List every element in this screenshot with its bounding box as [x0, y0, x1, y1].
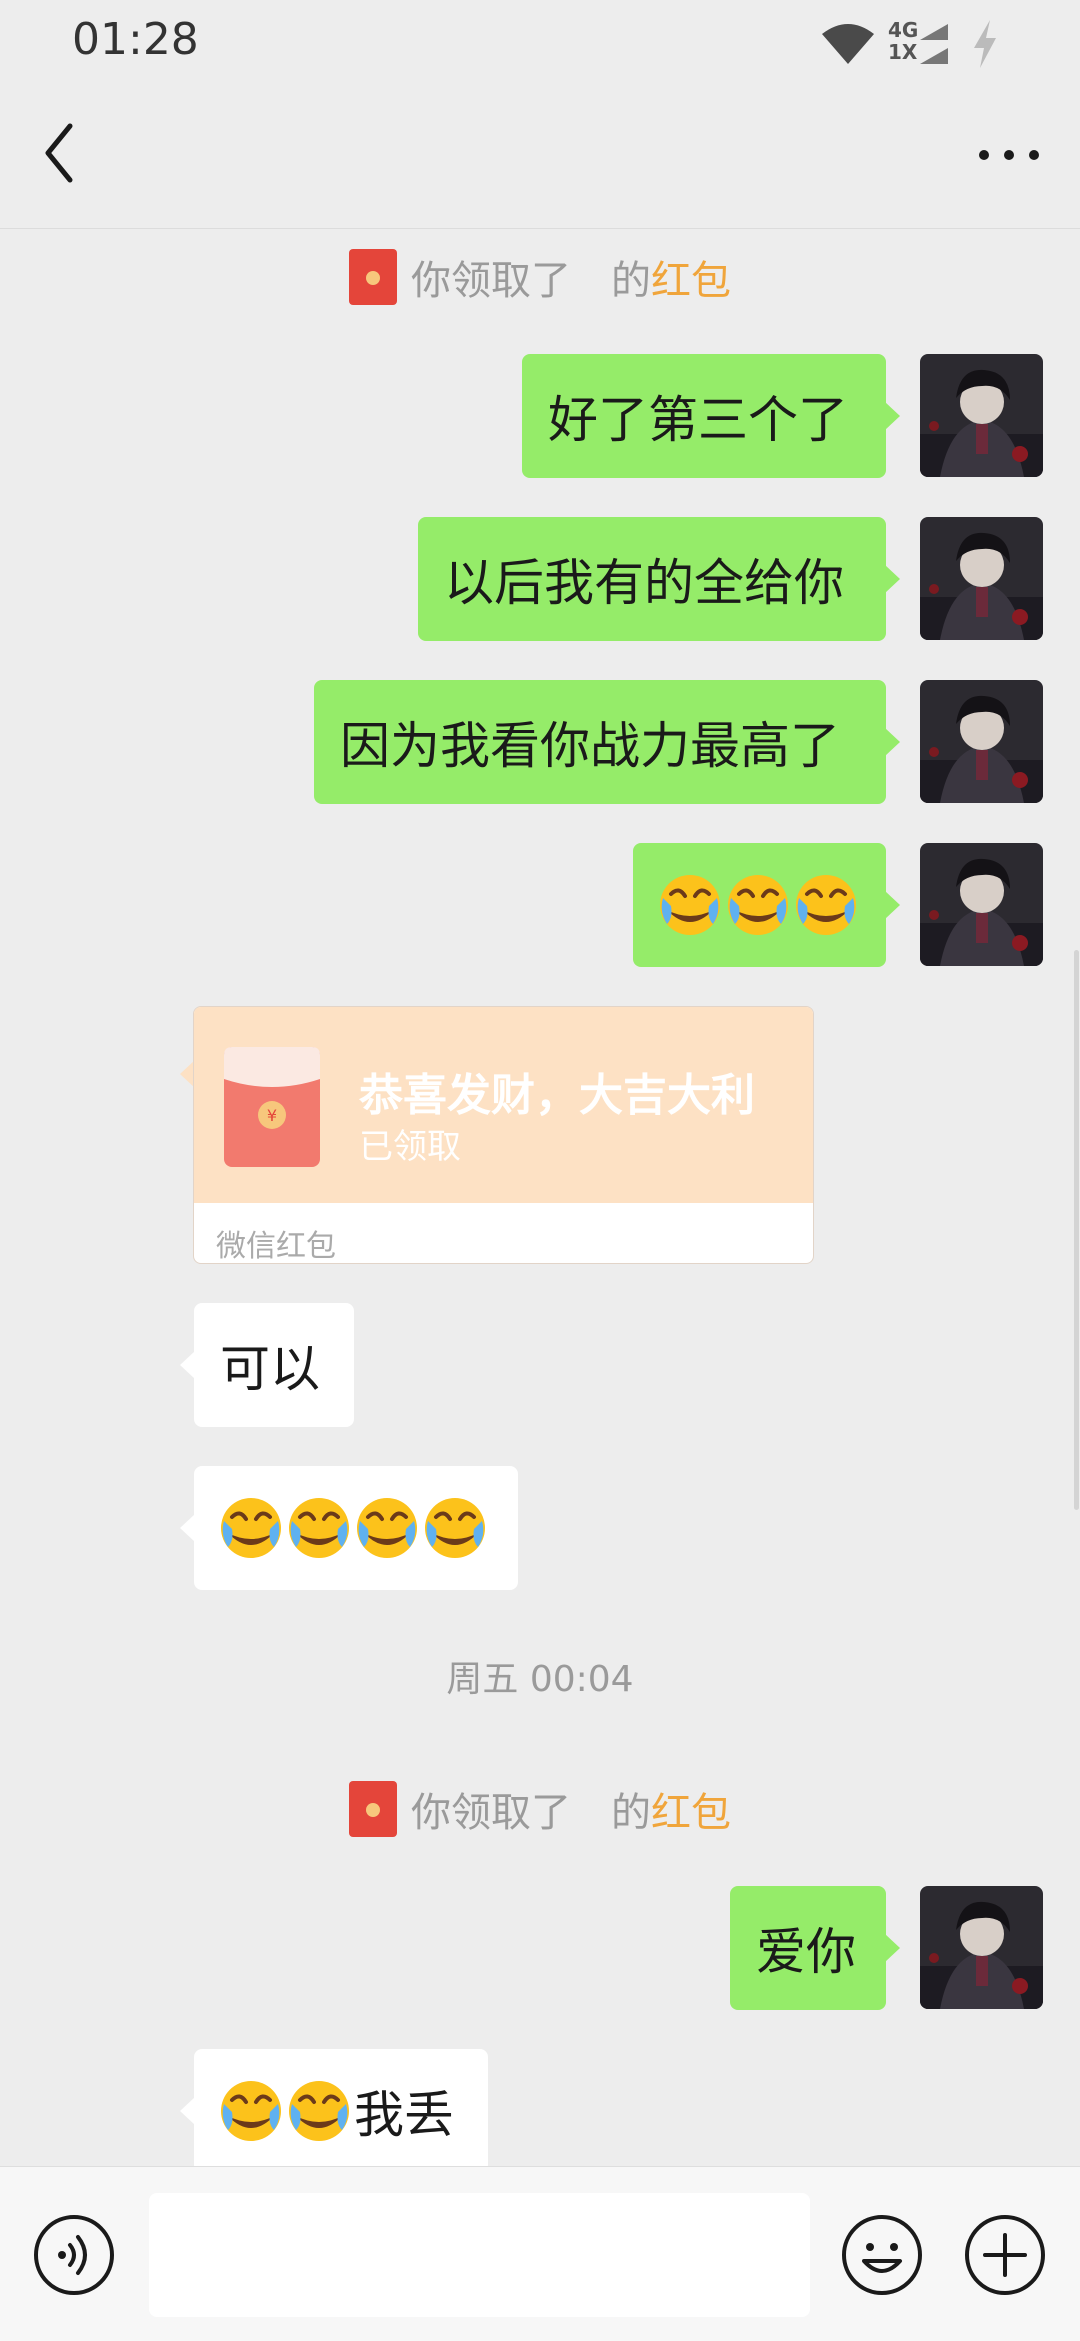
- tears-of-joy-emoji-icon: [354, 1495, 420, 1561]
- tears-of-joy-emoji-icon: [657, 872, 723, 938]
- tears-of-joy-emoji-icon: [286, 2078, 352, 2144]
- chat-header: [0, 82, 1080, 229]
- red-packet-title: 恭喜发财，大吉大利: [359, 1070, 755, 1121]
- message-text: 我丢: [354, 2086, 454, 2144]
- network-label-4g: 4G: [888, 18, 919, 42]
- network-label-1x: 1X: [888, 40, 918, 64]
- red-packet-notice: 你领取了 的 红包: [0, 1774, 1080, 1844]
- tears-of-joy-emoji-icon: [218, 1495, 284, 1561]
- incoming-message[interactable]: 我丢: [180, 2049, 488, 2173]
- avatar[interactable]: [920, 517, 1043, 640]
- message-text: 爱你: [756, 1923, 856, 1981]
- notice-link[interactable]: 红包: [651, 1780, 731, 1838]
- avatar[interactable]: [920, 1886, 1043, 2009]
- message-text: 可以: [220, 1340, 320, 1398]
- notice-suffix: 的: [611, 1790, 651, 1836]
- tears-of-joy-emoji-icon: [793, 872, 859, 938]
- charging-icon: [974, 20, 996, 68]
- red-packet-notice: 你领取了 的 红包: [0, 242, 1080, 312]
- status-icons: 4G 1X: [820, 16, 1010, 72]
- incoming-emoji-message[interactable]: [180, 1466, 518, 1590]
- incoming-message[interactable]: 可以: [180, 1303, 354, 1427]
- tears-of-joy-emoji-icon: [286, 1495, 352, 1561]
- status-bar: 01:28 4G 1X: [0, 0, 1080, 82]
- notice-suffix: 的: [611, 258, 651, 304]
- message-input[interactable]: [149, 2193, 810, 2317]
- more-functions-plus-icon[interactable]: [963, 2213, 1047, 2297]
- outgoing-message[interactable]: 以后我有的全给你: [418, 517, 900, 641]
- signal-icon: [920, 24, 948, 64]
- emoji-picker-icon[interactable]: [840, 2213, 924, 2297]
- yuan-symbol: ¥: [267, 1106, 277, 1125]
- input-bar: [0, 2166, 1080, 2341]
- message-timestamp: 周五 00:04: [446, 1659, 634, 1700]
- avatar[interactable]: [920, 680, 1043, 803]
- red-packet-footer: 微信红包: [216, 1229, 336, 1264]
- red-packet-icon: [349, 1781, 397, 1837]
- outgoing-emoji-message[interactable]: [633, 843, 900, 967]
- voice-input-icon[interactable]: [32, 2213, 116, 2297]
- back-arrow-icon[interactable]: [36, 118, 86, 188]
- tears-of-joy-emoji-icon: [725, 872, 791, 938]
- notice-prefix: 你领取了: [411, 258, 571, 304]
- red-packet-icon: [349, 249, 397, 305]
- red-packet-card[interactable]: ¥ 恭喜发财，大吉大利 已领取 微信红包: [193, 1006, 814, 1264]
- notice-link[interactable]: 红包: [651, 248, 731, 306]
- more-options-icon[interactable]: [974, 130, 1044, 180]
- message-text: 以后我有的全给你: [444, 554, 844, 612]
- outgoing-message[interactable]: 爱你: [730, 1886, 900, 2010]
- red-packet-status: 已领取: [359, 1127, 461, 1167]
- outgoing-message[interactable]: 好了第三个了: [522, 354, 900, 478]
- red-envelope-icon: ¥: [224, 1047, 320, 1167]
- avatar[interactable]: [920, 843, 1043, 966]
- wifi-icon: [822, 24, 874, 64]
- status-time: 01:28: [72, 14, 199, 65]
- message-text: 因为我看你战力最高了: [340, 717, 840, 775]
- tears-of-joy-emoji-icon: [218, 2078, 284, 2144]
- outgoing-message[interactable]: 因为我看你战力最高了: [314, 680, 900, 804]
- tears-of-joy-emoji-icon: [422, 1495, 488, 1561]
- avatar[interactable]: [920, 354, 1043, 477]
- message-text: 好了第三个了: [548, 391, 848, 449]
- notice-prefix: 你领取了: [411, 1790, 571, 1836]
- scrollbar-thumb[interactable]: [1074, 950, 1079, 1510]
